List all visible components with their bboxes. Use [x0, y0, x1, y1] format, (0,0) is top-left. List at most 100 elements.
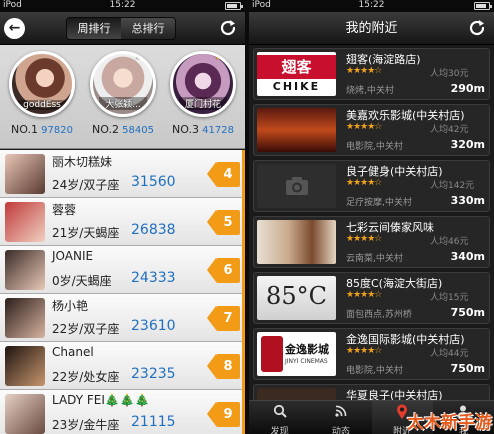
refresh-icon[interactable]	[466, 17, 488, 39]
score-value: 31560	[131, 174, 176, 190]
rating-stars: ★★★★☆	[346, 66, 382, 76]
status-time: 15:22	[358, 0, 385, 10]
place-price: 人均142元	[430, 181, 475, 191]
rating-stars: ★★★★☆	[346, 290, 382, 300]
place-name: 七彩云间傣家风味	[346, 221, 434, 234]
list-item[interactable]: 杨小艳 22岁/双子座 23610 7	[0, 294, 245, 342]
tab-total-rank[interactable]: 总排行	[121, 18, 175, 39]
rank-number: NO.1	[11, 123, 38, 136]
user-info: 22岁/双子座	[52, 322, 120, 336]
thumbnail-title: 金逸影城	[285, 343, 329, 356]
status-bar: iPod 15:22	[0, 0, 245, 12]
status-bar: iPod 15:22	[249, 0, 494, 12]
user-info: 21岁/天蝎座	[52, 226, 120, 240]
list-item[interactable]: 良子健身(中关村店) ★★★★☆ 人均142元 足疗按摩,中关村 330m	[253, 160, 490, 212]
ranking-screen: iPod 15:22 ← 周排行 总排行 goddEss NO.1 97820 …	[0, 0, 245, 434]
page-title: 我的附近	[345, 21, 398, 36]
rank-segmented-control: 周排行 总排行	[66, 17, 176, 40]
place-area: 足疗按摩,中关村	[346, 198, 412, 208]
place-area: 烧烤,中关村	[346, 86, 394, 96]
rank-badge: 8	[207, 354, 240, 379]
nav-bar: 我的附近	[249, 12, 494, 45]
place-price: 人均46元	[430, 237, 469, 247]
place-distance: 340m	[450, 250, 485, 263]
tab-discover[interactable]: 发现	[249, 401, 310, 434]
rank-badge: 4	[207, 162, 240, 187]
place-name: 金逸国际影城(中关村店)	[346, 333, 465, 346]
list-item[interactable]: 七彩云间傣家风味 ★★★★☆ 人均46元 云南菜,中关村 340m	[253, 216, 490, 268]
avatar	[5, 202, 45, 242]
place-name: 翅客(海淀路店)	[346, 53, 421, 66]
avatar	[5, 346, 45, 386]
top-user-2[interactable]: 大张颖... NO.2 58405	[84, 51, 162, 136]
tab-weekly-rank[interactable]: 周排行	[67, 18, 121, 39]
tab-label: 发现	[270, 427, 289, 434]
list-item[interactable]: 85°C 85度C(海淀大街店) ★★★★☆ 人均15元 面包西点,苏州桥 75…	[253, 272, 490, 324]
place-area: 电影院,中关村	[346, 142, 403, 152]
list-item[interactable]: 蓉蓉 21岁/天蝎座 26838 5	[0, 198, 245, 246]
place-area: 云南菜,中关村	[346, 254, 403, 264]
rank-badge: 5	[207, 210, 240, 235]
list-item[interactable]: JOANIE 0岁/天蝎座 24333 6	[0, 246, 245, 294]
score-value: 97820	[41, 125, 73, 136]
list-item[interactable]: LADY FEI🎄🎄🎄 23岁/金牛座 21115 9	[0, 390, 245, 434]
place-thumbnail	[257, 164, 336, 208]
place-thumbnail	[257, 220, 336, 264]
place-name: 美嘉欢乐影城(中关村店)	[346, 109, 465, 122]
rating-stars: ★★★★☆	[346, 346, 382, 356]
score-value: 23235	[131, 366, 176, 382]
avatar	[5, 394, 45, 434]
avatar: goddEss	[9, 51, 75, 117]
rank-badge: 6	[207, 258, 240, 283]
top-user-name: 大张颖...	[99, 97, 147, 110]
list-item[interactable]: 翅客 CHIKE 翅客(海淀路店) ★★★★☆ 人均30元 烧烤,中关村 290…	[253, 48, 490, 100]
user-name: JOANIE	[52, 249, 94, 263]
refresh-icon[interactable]	[217, 17, 239, 39]
place-distance: 330m	[450, 194, 485, 207]
battery-icon	[474, 2, 492, 10]
score-value: 24333	[131, 270, 176, 286]
rating-stars: ★★★★☆	[346, 122, 382, 132]
crown-icon	[215, 54, 231, 60]
rank-badge: 7	[207, 306, 240, 331]
tab-feed[interactable]: 动态	[310, 401, 371, 434]
rank-number: NO.2	[92, 123, 119, 136]
back-button[interactable]: ←	[4, 18, 25, 39]
rating-stars: ★★★★☆	[346, 178, 382, 188]
nearby-screen: iPod 15:22 我的附近 翅客 CHIKE 翅客(海淀路店) ★★★★☆ …	[249, 0, 494, 434]
rank-badge: 9	[207, 402, 240, 427]
thumbnail-title: 85°C	[266, 282, 327, 310]
list-item[interactable]: 丽木切糕妹 24岁/双子座 31560 4	[0, 150, 245, 198]
user-name: Chanel	[52, 345, 94, 359]
top-three-podium: goddEss NO.1 97820 大张颖... NO.2 58405 厦门村…	[0, 45, 245, 149]
list-item[interactable]: 金逸影城 JINYI CINEMAS 金逸国际影城(中关村店) ★★★★☆ 人均…	[253, 328, 490, 380]
thumbnail-subtitle: JINYI CINEMAS	[285, 358, 328, 365]
score-value: 21115	[131, 414, 176, 430]
user-name: 杨小艳	[52, 299, 89, 313]
rank-number: NO.3	[172, 123, 199, 136]
place-distance: 320m	[450, 138, 485, 151]
search-icon	[249, 404, 310, 424]
list-item[interactable]: 美嘉欢乐影城(中关村店) ★★★★☆ 人均42元 电影院,中关村 320m	[253, 104, 490, 156]
crown-icon	[135, 54, 151, 60]
rating-stars: ★★★★☆	[346, 234, 382, 244]
user-name: 丽木切糕妹	[52, 155, 113, 169]
avatar	[5, 250, 45, 290]
user-info: 24岁/双子座	[52, 178, 120, 192]
thumbnail-title: 翅客	[257, 55, 336, 79]
place-thumbnail: 翅客 CHIKE	[257, 52, 336, 96]
place-distance: 750m	[450, 362, 485, 375]
top-user-3[interactable]: 厦门村花 NO.3 41728	[164, 51, 242, 136]
tab-label: 动态	[331, 427, 350, 434]
status-time: 15:22	[109, 0, 136, 10]
list-item[interactable]: Chanel 22岁/处女座 23235 8	[0, 342, 245, 390]
score-value: 23610	[131, 318, 176, 334]
top-user-name: 厦门村花	[179, 97, 227, 110]
score-value: 41728	[202, 125, 234, 136]
avatar	[5, 154, 45, 194]
avatar: 厦门村花	[170, 51, 236, 117]
user-info: 0岁/天蝎座	[52, 274, 112, 288]
top-user-1[interactable]: goddEss NO.1 97820	[3, 51, 81, 136]
place-area: 面包西点,苏州桥	[346, 310, 412, 320]
place-price: 人均30元	[430, 69, 469, 79]
